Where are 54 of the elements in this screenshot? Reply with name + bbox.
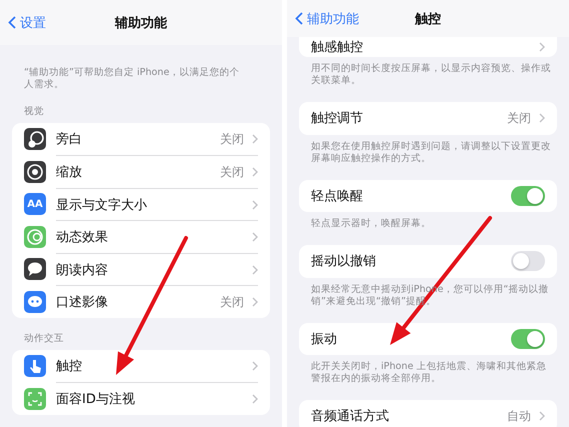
setting-value: 关闭 — [220, 164, 244, 181]
setting-label[interactable]: 缩放 — [56, 163, 212, 182]
toggle-switch[interactable] — [511, 251, 545, 272]
footnote-text: 此开关关闭时，iPhone 上包括地震、海啸和其他紧急警报在内的振动将全部停用。 — [310, 361, 548, 385]
setting-label[interactable]: 动态效果 — [56, 228, 244, 246]
setting-label[interactable]: 口述影像 — [56, 293, 212, 312]
footnote-text: 用不同的时间长度按压屏幕，以显示内容预览、操作或关联菜单。 — [310, 63, 552, 87]
setting-value: 自动 — [507, 408, 531, 425]
footnote-text: 如果您在使用触控屏时遇到问题，请调整以下设置更改屏幕响应触控操作的方式。 — [310, 140, 552, 164]
nav-title: 触控 — [415, 10, 441, 28]
chevron-icon — [539, 411, 545, 422]
setting-label[interactable]: 触控调节 — [311, 109, 499, 128]
setting-label[interactable]: 显示与文字大小 — [56, 196, 244, 214]
settings-icon — [24, 128, 46, 150]
toggle-switch[interactable] — [511, 186, 545, 206]
setting-label[interactable]: 旁白 — [56, 130, 212, 148]
nav-title: 辅助功能 — [115, 14, 167, 32]
chevron-icon — [252, 134, 258, 144]
chevron-icon — [539, 42, 545, 52]
setting-label[interactable]: 振动 — [311, 330, 503, 348]
chevron-icon — [252, 264, 258, 275]
setting-label[interactable]: 轻点唤醒 — [311, 186, 503, 205]
setting-label[interactable]: 面容ID与注视 — [56, 390, 244, 408]
chevron-icon — [252, 361, 258, 372]
setting-label[interactable]: 朗读内容 — [56, 260, 244, 279]
chevron-icon — [252, 200, 258, 210]
setting-label[interactable]: 摇动以撤销 — [311, 252, 503, 270]
settings-icon — [24, 226, 46, 248]
chevron-icon — [539, 113, 545, 124]
back-icon — [8, 16, 16, 29]
chevron-icon — [252, 297, 258, 308]
footnote-text: 轻点显示器时，唤醒屏幕。 — [310, 218, 432, 230]
back-button[interactable]: 辅助功能 — [293, 8, 361, 30]
setting-value: 关闭 — [507, 110, 531, 127]
chevron-icon — [252, 232, 258, 242]
footnote-text: “辅助功能”可帮助您自定 iPhone，以满足您的个人需求。 — [23, 67, 240, 91]
settings-icon — [24, 160, 46, 183]
settings-icon — [24, 388, 46, 410]
settings-icon — [24, 355, 46, 378]
chevron-icon — [252, 394, 258, 404]
setting-label[interactable]: 触控 — [56, 357, 244, 376]
toggle-switch[interactable] — [511, 328, 545, 349]
back-button[interactable]: 设置 — [6, 12, 48, 34]
setting-label[interactable]: 触感触控 — [311, 38, 531, 56]
chevron-icon — [252, 167, 258, 178]
back-icon — [295, 12, 303, 25]
setting-label[interactable]: 音频通话方式 — [311, 407, 499, 426]
setting-value: 关闭 — [220, 130, 244, 148]
text-size-icon: AA — [24, 193, 46, 216]
section-header: 动作交互 — [23, 332, 65, 346]
section-header: 视觉 — [23, 105, 45, 119]
settings-icon — [24, 290, 46, 313]
settings-icon — [24, 258, 46, 280]
setting-value: 关闭 — [220, 294, 244, 311]
